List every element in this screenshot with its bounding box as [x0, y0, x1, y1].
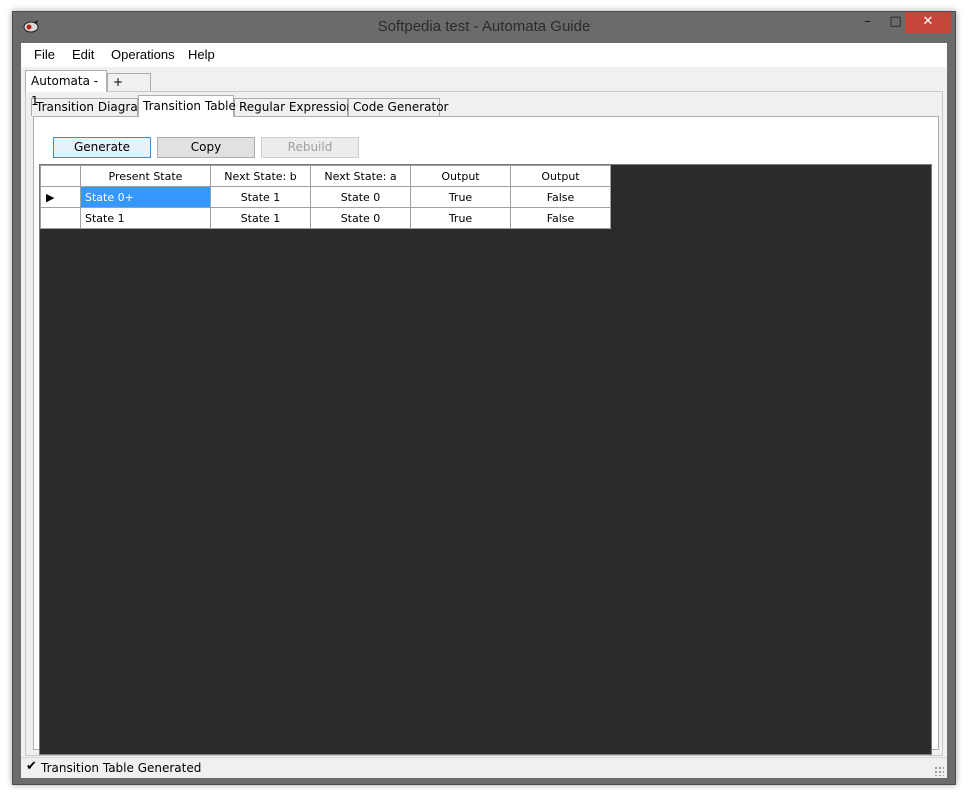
tab-regular-expressions[interactable]: Regular Expressions — [234, 98, 360, 116]
row-header[interactable] — [40, 207, 81, 229]
table-cell[interactable]: State 1 — [80, 207, 211, 229]
current-row-marker-icon[interactable]: ▶ — [40, 186, 81, 208]
menu-help[interactable]: Help — [188, 47, 215, 62]
tab-transition-table[interactable]: Transition Table — [138, 95, 236, 117]
transition-grid[interactable]: Present State Next State: b Next State: … — [39, 164, 932, 755]
table-cell[interactable]: True — [410, 186, 511, 208]
column-header-output-2[interactable]: Output — [510, 165, 611, 187]
column-header-present-state[interactable]: Present State — [80, 165, 211, 187]
minimize-button[interactable]: – — [853, 12, 882, 33]
table-cell[interactable]: True — [410, 207, 511, 229]
checkmark-icon: ✔ — [26, 759, 37, 774]
column-header-next-state-b[interactable]: Next State: b — [210, 165, 311, 187]
menu-file[interactable]: File — [34, 47, 55, 62]
table-cell[interactable]: State 0 — [310, 207, 411, 229]
tab-new[interactable]: + New — [107, 73, 151, 106]
table-cell[interactable]: State 0+ — [80, 186, 211, 208]
copy-button[interactable]: Copy — [157, 137, 255, 158]
client-area: File Edit Operations Help Automata - 1 +… — [21, 43, 947, 778]
column-header-output-1[interactable]: Output — [410, 165, 511, 187]
table-row[interactable]: State 1 State 1 State 0 True False — [40, 207, 611, 229]
tab-automata-1[interactable]: Automata - 1 — [25, 70, 107, 108]
table-row[interactable]: ▶ State 0+ State 1 State 0 True False — [40, 186, 611, 208]
rebuild-button[interactable]: Rebuild — [261, 137, 359, 158]
menu-edit[interactable]: Edit — [72, 47, 94, 62]
row-header-corner — [40, 165, 81, 187]
app-window: Softpedia test - Automata Guide – □ ✕ Fi… — [12, 11, 956, 785]
close-button[interactable]: ✕ — [905, 12, 951, 33]
table-cell[interactable]: False — [510, 186, 611, 208]
status-bar: ✔ Transition Table Generated — [21, 757, 947, 778]
status-text: Transition Table Generated — [41, 761, 202, 775]
title-bar[interactable]: Softpedia test - Automata Guide – □ ✕ — [13, 12, 955, 43]
table-cell[interactable]: State 1 — [210, 207, 311, 229]
menu-bar: File Edit Operations Help — [21, 43, 947, 67]
resize-grip-icon[interactable] — [934, 766, 944, 776]
tab-code-generator[interactable]: Code Generator — [348, 98, 448, 116]
tab-transition-diagram[interactable]: Transition Diagram — [31, 98, 149, 116]
menu-operations[interactable]: Operations — [111, 47, 175, 62]
transition-table: Present State Next State: b Next State: … — [40, 165, 611, 229]
window-title: Softpedia test - Automata Guide — [377, 18, 591, 35]
table-cell[interactable]: State 0 — [310, 186, 411, 208]
generate-button[interactable]: Generate — [53, 137, 151, 158]
table-cell[interactable]: State 1 — [210, 186, 311, 208]
column-header-next-state-a[interactable]: Next State: a — [310, 165, 411, 187]
table-cell[interactable]: False — [510, 207, 611, 229]
